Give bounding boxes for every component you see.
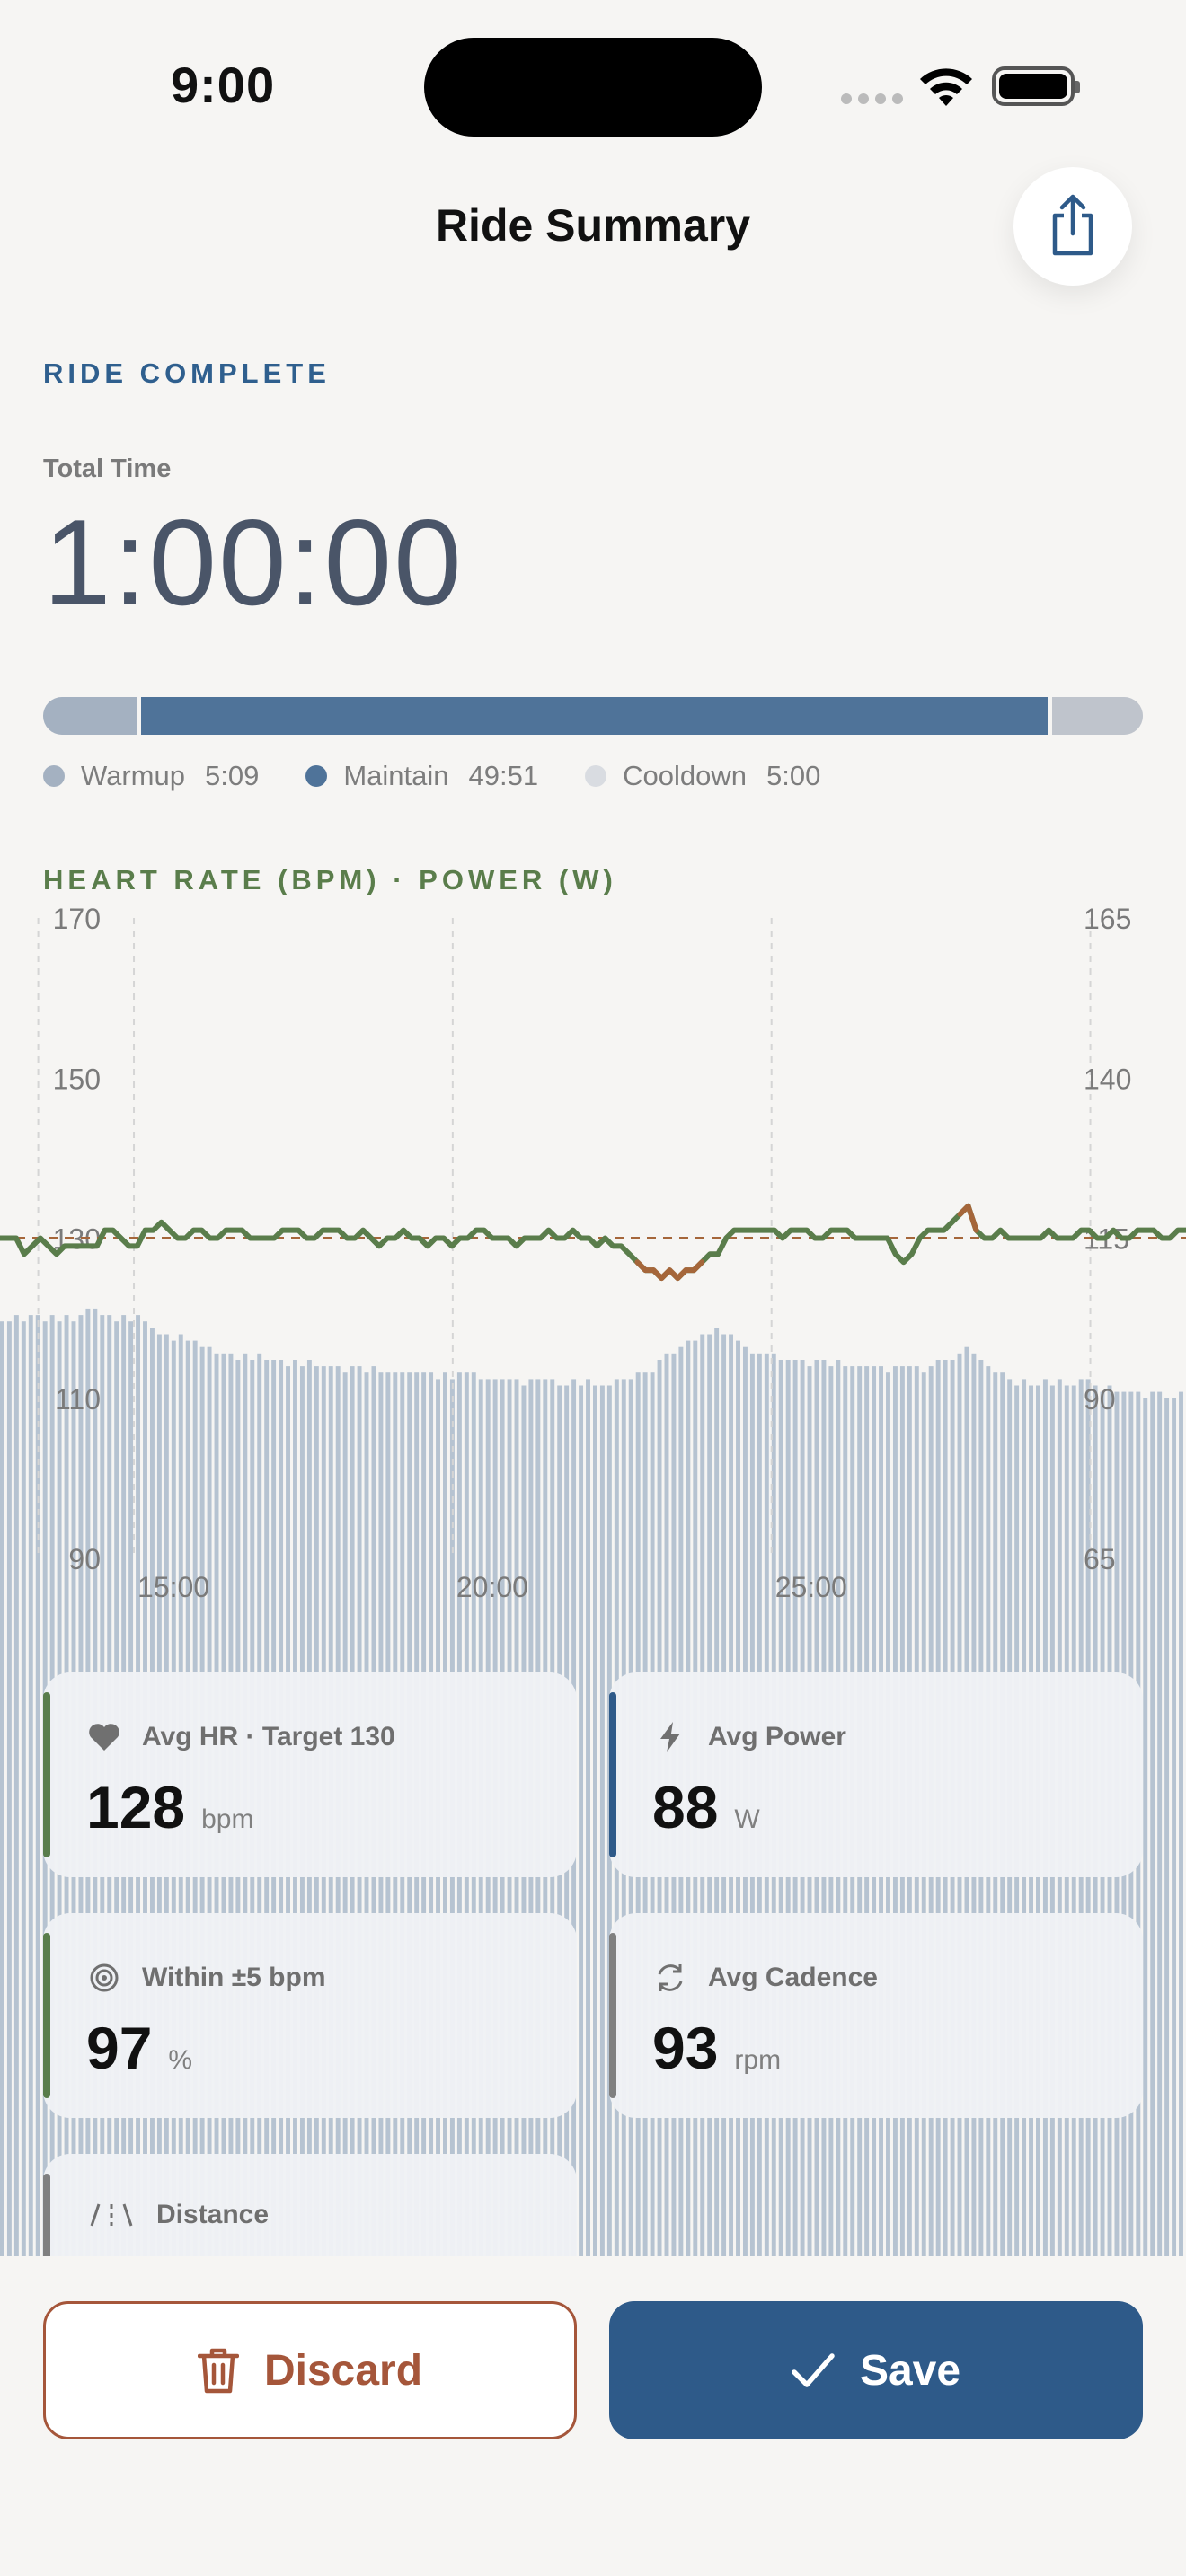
power-bar — [1164, 1398, 1170, 2257]
legend-duration: 49:51 — [468, 760, 539, 791]
legend-label: Cooldown — [623, 760, 747, 791]
bolt-icon — [652, 1719, 688, 1755]
road-icon — [86, 2197, 137, 2233]
stat-label: Avg HR · Target 130 — [142, 1722, 395, 1751]
stat-value: 88 — [652, 1774, 719, 1840]
stat-label: Within ±5 bpm — [142, 1963, 326, 1992]
stat-label: Distance — [156, 2200, 270, 2229]
checkmark-icon — [792, 2352, 835, 2388]
hr-out-of-range-segment — [691, 1259, 705, 1274]
x-tick-label: 20:00 — [456, 1571, 528, 1603]
power-bar — [0, 1321, 4, 2257]
bottom-action-bar: Discard Save — [0, 2256, 1186, 2576]
legend-dot-warmup — [43, 765, 65, 787]
total-time-value: 1:00:00 — [43, 494, 464, 631]
y-left-tick-label: 170 — [53, 903, 101, 935]
stat-label: Avg Cadence — [708, 1963, 878, 1992]
phase-segment-maintain — [137, 697, 1053, 735]
cellular-signal-icon — [841, 93, 903, 104]
legend-label: Warmup — [81, 760, 185, 791]
legend-dot-maintain — [305, 765, 328, 787]
stat-unit: rpm — [734, 2045, 782, 2075]
heart-icon — [86, 1719, 122, 1755]
phase-segment-cooldown — [1052, 697, 1143, 735]
power-bar — [28, 1315, 33, 2257]
phase-legend: Warmup 5:09 Maintain 49:51 Cooldown 5:00 — [43, 760, 867, 792]
save-button[interactable]: Save — [609, 2301, 1143, 2439]
y-right-tick-label: 90 — [1084, 1383, 1116, 1416]
phase-segment-warmup — [43, 697, 137, 735]
power-bar — [21, 1321, 26, 2257]
power-bar — [579, 1385, 584, 2257]
power-bar — [593, 1385, 597, 2257]
stat-unit: W — [734, 1804, 760, 1834]
target-icon — [86, 1960, 122, 1996]
stat-value: 128 — [86, 1774, 186, 1840]
stat-card-within-range: Within ±5 bpm 97 % — [43, 1913, 577, 2118]
stat-value: 97 — [86, 2015, 153, 2081]
legend-duration: 5:00 — [766, 760, 821, 791]
share-button[interactable] — [1013, 167, 1132, 286]
wifi-icon — [920, 68, 972, 106]
stat-card-avg-hr: Avg HR · Target 130 128 bpm — [43, 1672, 577, 1877]
stat-card-avg-power: Avg Power 88 W — [609, 1672, 1143, 1877]
card-accent — [609, 1692, 616, 1857]
power-bar — [586, 1379, 590, 2257]
card-accent — [43, 1692, 50, 1857]
power-bar — [1150, 1391, 1155, 2257]
phase-progress-bar — [43, 697, 1143, 735]
x-tick-label: 25:00 — [775, 1571, 847, 1603]
y-right-tick-label: 65 — [1084, 1543, 1116, 1575]
legend-item-warmup: Warmup 5:09 — [43, 760, 259, 792]
discard-label: Discard — [263, 2346, 423, 2395]
y-left-tick-label: 110 — [55, 1383, 101, 1416]
save-label: Save — [859, 2346, 961, 2395]
y-left-tick-label: 90 — [68, 1543, 101, 1575]
legend-item-maintain: Maintain 49:51 — [305, 760, 538, 792]
power-bar — [35, 1315, 40, 2257]
cycle-icon — [652, 1960, 688, 1996]
battery-icon — [992, 66, 1080, 106]
power-bar — [1172, 1398, 1177, 2257]
power-bar — [6, 1321, 12, 2257]
stat-unit: % — [168, 2045, 193, 2075]
power-bar — [1179, 1391, 1183, 2257]
status-time: 9:00 — [171, 57, 276, 113]
stat-card-avg-cadence: Avg Cadence 93 rpm — [609, 1913, 1143, 2118]
discard-button[interactable]: Discard — [43, 2301, 577, 2439]
power-bar — [1157, 1391, 1163, 2257]
ride-status-label: RIDE COMPLETE — [43, 357, 331, 389]
power-bar — [1143, 1398, 1148, 2257]
page-title: Ride Summary — [435, 200, 751, 251]
y-right-tick-label: 140 — [1084, 1063, 1131, 1095]
stat-value: 93 — [652, 2015, 719, 2081]
hr-out-of-range-segment — [965, 1203, 979, 1233]
share-icon — [1052, 194, 1093, 256]
legend-label: Maintain — [343, 760, 449, 791]
y-left-tick-label: 150 — [53, 1063, 101, 1095]
heart-rate-line — [0, 1203, 1186, 1282]
dynamic-island — [424, 38, 762, 137]
stat-label: Avg Power — [708, 1722, 846, 1751]
card-accent — [609, 1933, 616, 2098]
legend-dot-cooldown — [585, 765, 607, 787]
y-right-tick-label: 165 — [1084, 903, 1131, 935]
stat-unit: bpm — [201, 1804, 254, 1834]
power-bar — [13, 1315, 19, 2257]
power-bar — [599, 1385, 605, 2257]
total-time-label: Total Time — [43, 454, 172, 483]
card-accent — [43, 1933, 50, 2098]
legend-item-cooldown: Cooldown 5:00 — [585, 760, 820, 792]
legend-duration: 5:09 — [204, 760, 260, 791]
trash-icon — [197, 2347, 239, 2394]
x-tick-label: 15:00 — [137, 1571, 209, 1603]
